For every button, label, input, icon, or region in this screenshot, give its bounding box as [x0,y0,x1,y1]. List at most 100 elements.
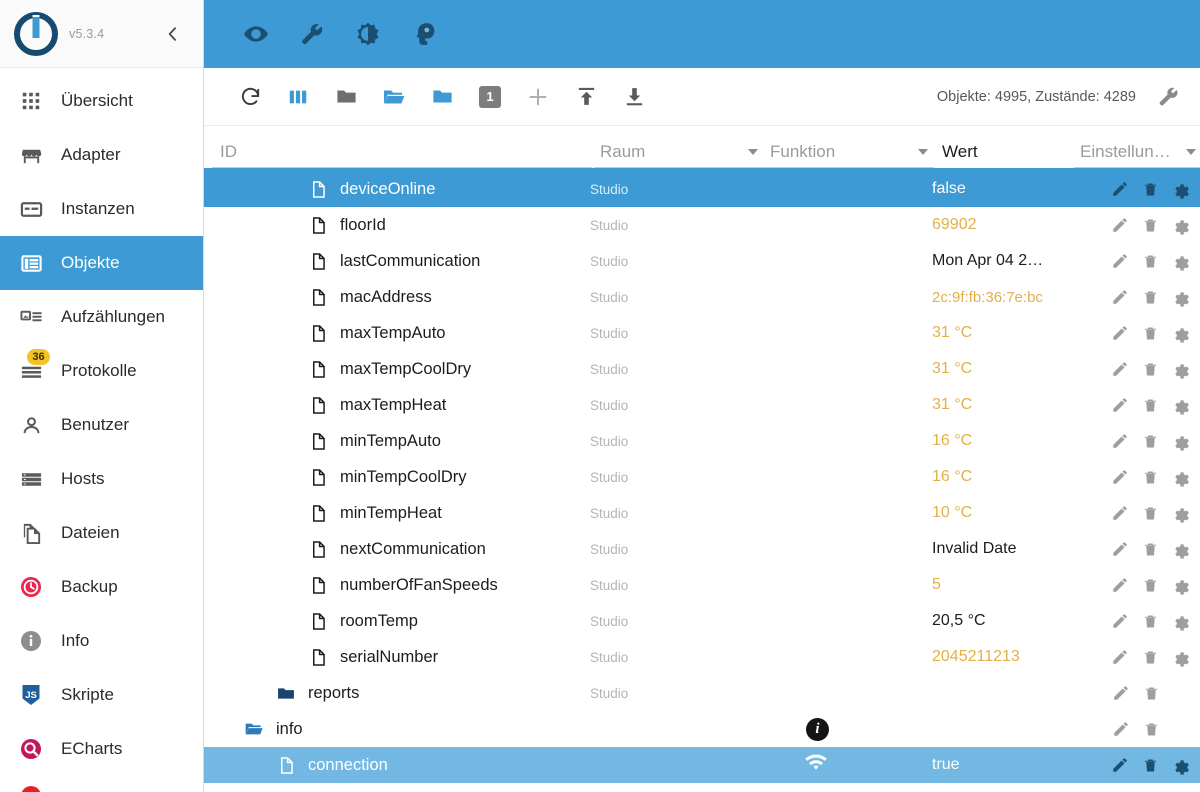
gear-icon[interactable] [1170,179,1190,199]
gear-icon[interactable] [1170,287,1190,307]
delete-icon[interactable] [1141,719,1161,739]
table-row[interactable]: serialNumber Studio 2045211213 [204,639,1200,675]
gear-icon[interactable] [1170,611,1190,631]
delete-icon[interactable] [1140,467,1160,487]
edit-icon[interactable] [1110,575,1130,595]
folder-open-icon[interactable] [370,75,418,119]
table-row[interactable]: connection true [204,747,1200,783]
chevron-down-icon[interactable] [918,148,928,155]
edit-icon[interactable] [1110,287,1130,307]
sidebar-item-info[interactable]: Info [0,614,203,668]
sidebar-item-uebersicht[interactable]: Übersicht [0,74,203,128]
chevron-down-icon[interactable] [1186,148,1196,155]
edit-icon[interactable] [1110,395,1130,415]
filter-settings[interactable]: Einstellun… [1074,136,1200,168]
delete-icon[interactable] [1140,287,1160,307]
table-row[interactable]: minTempHeat Studio 10 °C [204,495,1200,531]
refresh-icon[interactable] [226,75,274,119]
edit-icon[interactable] [1110,323,1130,343]
sidebar-item-echarts[interactable]: ECharts [0,722,203,776]
delete-icon[interactable] [1140,323,1160,343]
gear-icon[interactable] [1170,539,1190,559]
table-row[interactable]: lastCommunication Studio Mon Apr 04 2… [204,243,1200,279]
gear-icon[interactable] [1170,431,1190,451]
folder-filled-icon[interactable] [418,75,466,119]
sidebar-item-aufzaehlungen[interactable]: Aufzählungen [0,290,203,344]
brightness-icon[interactable] [354,20,382,48]
delete-icon[interactable] [1140,575,1160,595]
sidebar-item-skripte[interactable]: JS Skripte [0,668,203,722]
sidebar-item-backup[interactable]: Backup [0,560,203,614]
delete-icon[interactable] [1141,683,1161,703]
delete-icon[interactable] [1140,431,1160,451]
table-row[interactable]: floorId Studio 69902 [204,207,1200,243]
sidebar-item-protokolle[interactable]: 36 Protokolle [0,344,203,398]
head-profile-icon[interactable] [410,20,438,48]
gear-icon[interactable] [1170,575,1190,595]
eye-icon[interactable] [242,20,270,48]
delete-icon[interactable] [1140,755,1160,775]
edit-icon[interactable] [1110,539,1130,559]
filter-id[interactable]: ID [212,136,592,168]
edit-icon[interactable] [1110,179,1130,199]
sidebar-item-benutzer[interactable]: Benutzer [0,398,203,452]
gear-icon[interactable] [1170,251,1190,271]
edit-icon[interactable] [1110,503,1130,523]
folder-closed-icon[interactable] [322,75,370,119]
edit-icon[interactable] [1110,467,1130,487]
delete-icon[interactable] [1140,359,1160,379]
delete-icon[interactable] [1140,539,1160,559]
expand-level-badge[interactable]: 1 [466,75,514,119]
wrench-icon[interactable] [298,20,326,48]
plus-icon[interactable] [514,75,562,119]
edit-icon[interactable] [1111,683,1131,703]
edit-icon[interactable] [1110,611,1130,631]
sidebar-item-dateien[interactable]: Dateien [0,506,203,560]
filter-function[interactable]: Funktion [764,136,934,168]
edit-icon[interactable] [1110,431,1130,451]
gear-icon[interactable] [1170,647,1190,667]
sidebar-item-objekte[interactable]: Objekte [0,236,203,290]
table-row[interactable]: info i [204,711,1200,747]
table-row[interactable]: maxTempHeat Studio 31 °C [204,387,1200,423]
table-row[interactable]: maxTempCoolDry Studio 31 °C [204,351,1200,387]
gear-icon[interactable] [1170,503,1190,523]
table-row[interactable]: deviceOnline Studio false [204,171,1200,207]
table-row[interactable]: roomTemp Studio 20,5 °C [204,603,1200,639]
table-row[interactable]: macAddress Studio 2c:9f:fb:36:7e:bc [204,279,1200,315]
gear-icon[interactable] [1170,395,1190,415]
table-row[interactable]: maxTempAuto Studio 31 °C [204,315,1200,351]
sidebar-item-partial[interactable] [0,776,203,792]
edit-icon[interactable] [1110,647,1130,667]
table-row[interactable]: minTempAuto Studio 16 °C [204,423,1200,459]
sidebar-item-hosts[interactable]: Hosts [0,452,203,506]
edit-icon[interactable] [1110,755,1130,775]
edit-icon[interactable] [1110,359,1130,379]
chevron-left-icon[interactable] [159,20,187,48]
delete-icon[interactable] [1140,395,1160,415]
filter-room[interactable]: Raum [594,136,764,168]
delete-icon[interactable] [1140,215,1160,235]
delete-icon[interactable] [1140,179,1160,199]
delete-icon[interactable] [1140,503,1160,523]
table-row[interactable]: reports Studio [204,675,1200,711]
table-row[interactable]: numberOfFanSpeeds Studio 5 [204,567,1200,603]
wrench-icon[interactable] [1148,77,1188,117]
delete-icon[interactable] [1140,647,1160,667]
edit-icon[interactable] [1110,251,1130,271]
chevron-down-icon[interactable] [748,148,758,155]
gear-icon[interactable] [1170,215,1190,235]
gear-icon[interactable] [1170,755,1190,775]
gear-icon[interactable] [1170,467,1190,487]
sidebar-item-instanzen[interactable]: Instanzen [0,182,203,236]
import-down-icon[interactable] [610,75,658,119]
table-row[interactable]: nextCommunication Studio Invalid Date [204,531,1200,567]
edit-icon[interactable] [1111,719,1131,739]
columns-icon[interactable] [274,75,322,119]
table-row[interactable]: minTempCoolDry Studio 16 °C [204,459,1200,495]
edit-icon[interactable] [1110,215,1130,235]
sidebar-item-adapter[interactable]: Adapter [0,128,203,182]
delete-icon[interactable] [1140,611,1160,631]
export-up-icon[interactable] [562,75,610,119]
gear-icon[interactable] [1170,323,1190,343]
